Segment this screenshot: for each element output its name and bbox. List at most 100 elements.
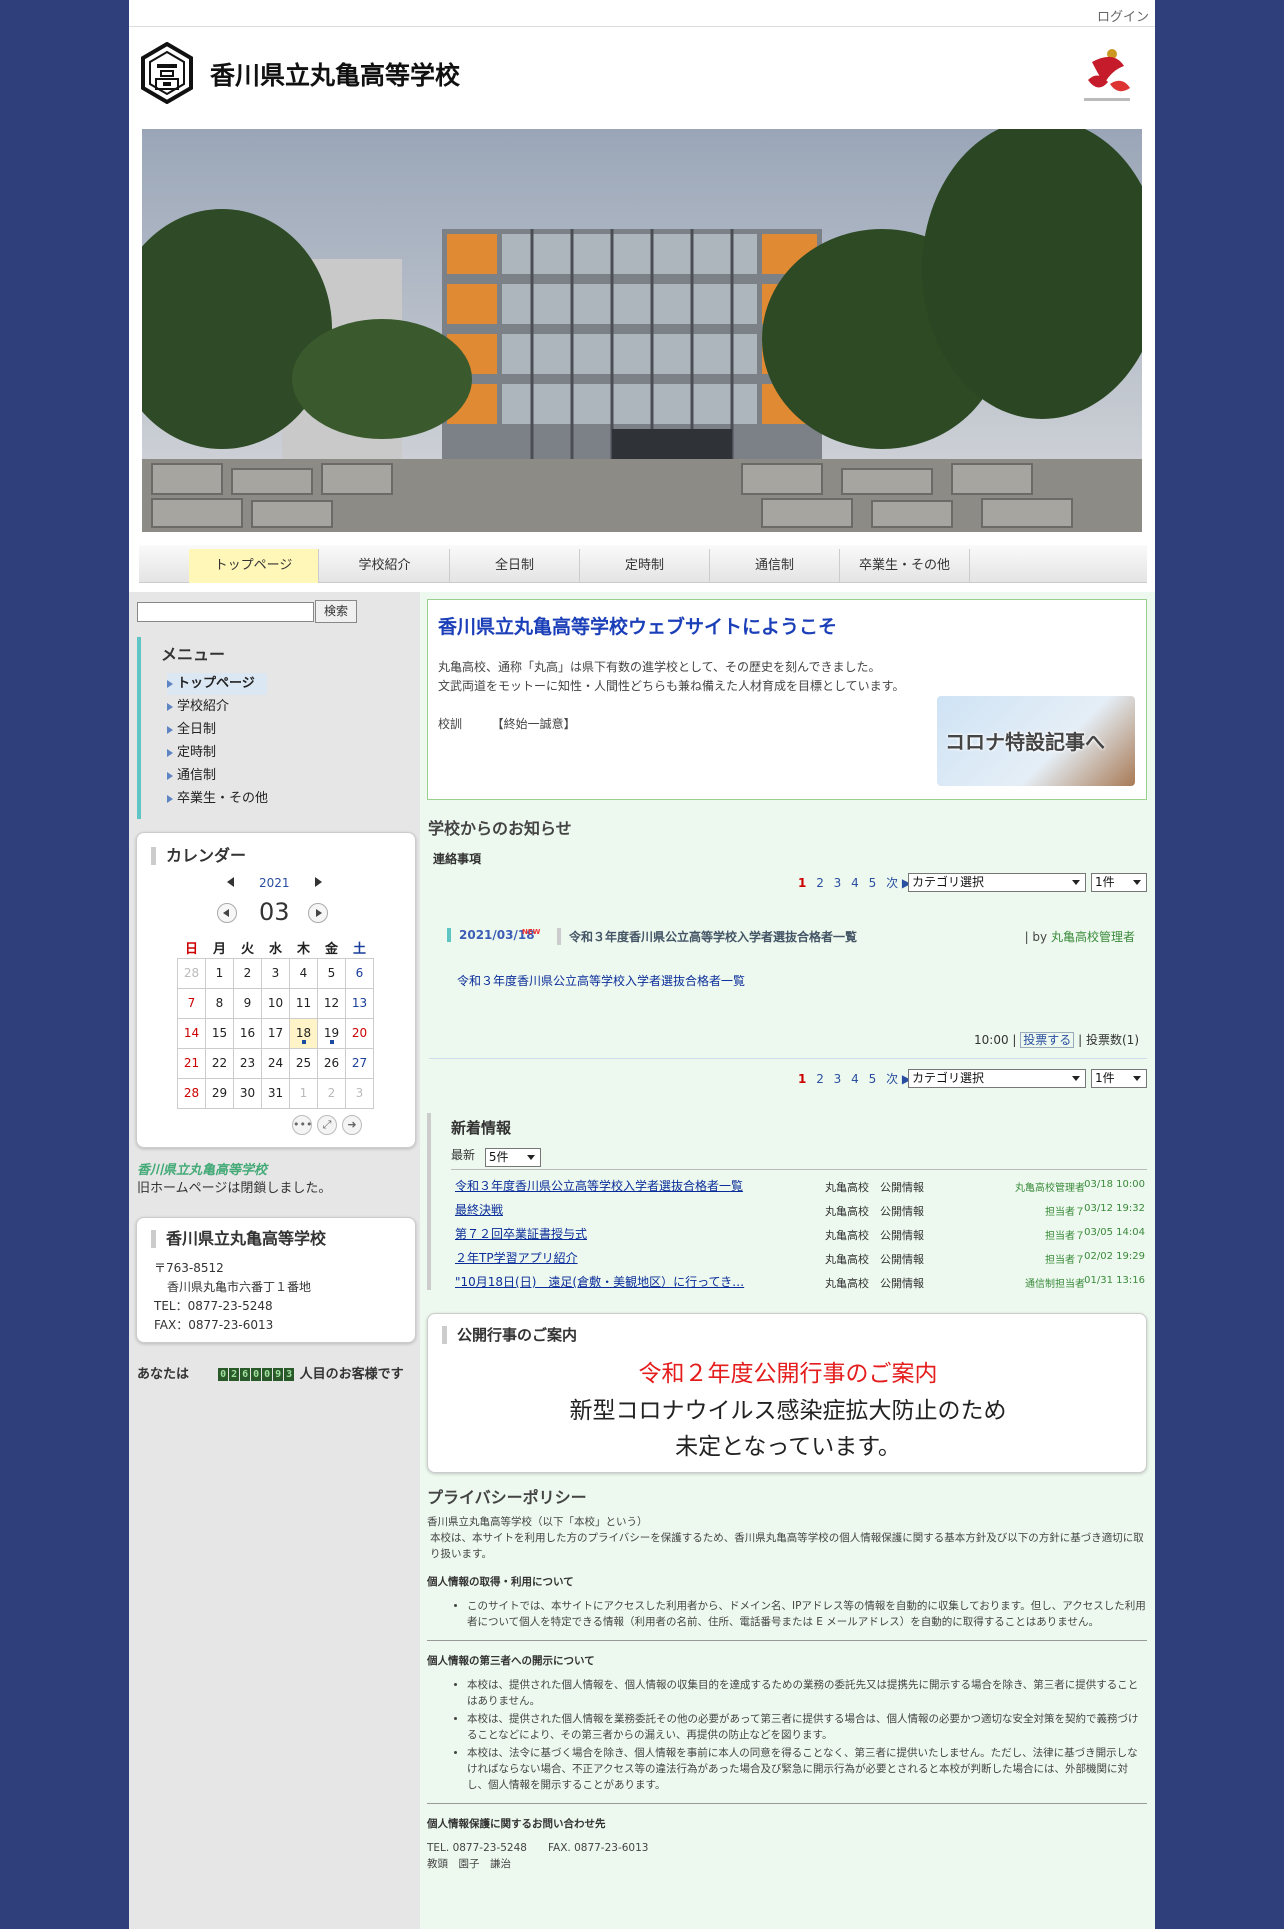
latest-select[interactable]: 5件 [484, 1148, 541, 1167]
menu-item-correspondence[interactable]: 通信制 [167, 765, 216, 787]
news-title-link[interactable]: 最終決戦 [455, 1201, 503, 1218]
expand-icon[interactable]: ⤢ [317, 1115, 337, 1135]
calendar-day-today[interactable]: 18 [289, 1017, 318, 1049]
calendar-day[interactable]: 3 [261, 957, 290, 989]
search-input[interactable] [137, 602, 314, 622]
page-link[interactable]: 2 [816, 876, 824, 890]
triangle-icon [167, 680, 173, 688]
calendar-day[interactable]: 28 [177, 1077, 206, 1109]
search-button[interactable]: 検索 [315, 600, 357, 623]
news-title-link[interactable]: "10月18日(日) 遠足(倉敷・美観地区）に行ってき… [455, 1273, 744, 1290]
page-link[interactable]: 3 [834, 1072, 842, 1086]
count-select[interactable]: 1件 [1091, 1069, 1147, 1088]
calendar-day[interactable]: 19 [317, 1017, 346, 1049]
calendar-day[interactable]: 16 [233, 1017, 262, 1049]
calendar-day[interactable]: 6 [345, 957, 374, 989]
menu-item-school-intro[interactable]: 学校紹介 [167, 696, 229, 718]
nav-school-intro[interactable]: 学校紹介 [320, 549, 450, 583]
site-title[interactable]: 香川県立丸亀高等学校 [210, 56, 460, 92]
prev-month-icon[interactable] [217, 903, 237, 923]
news-title-link[interactable]: 第７２回卒業証書授与式 [455, 1225, 587, 1242]
calendar-view-icon[interactable]: ••• [292, 1115, 312, 1135]
calendar-day[interactable]: 8 [205, 987, 234, 1019]
nav-correspondence[interactable]: 通信制 [710, 549, 840, 583]
calendar-day[interactable]: 21 [177, 1047, 206, 1079]
page-link[interactable]: 4 [851, 1072, 859, 1086]
news-title-link[interactable]: 令和３年度香川県公立高等学校入学者選抜合格者一覧 [455, 1177, 743, 1194]
privacy-contact: TEL. 0877-23-5248 FAX. 0877-23-6013 [427, 1842, 649, 1854]
news-title-link[interactable]: ２年TP学習アプリ紹介 [455, 1249, 578, 1266]
page-link[interactable]: 4 [851, 876, 859, 890]
page-link[interactable]: 2 [816, 1072, 824, 1086]
post-link[interactable]: 令和３年度香川県公立高等学校入学者選抜合格者一覧 [457, 972, 745, 989]
calendar-day[interactable]: 14 [177, 1017, 206, 1049]
calendar-day[interactable]: 2 [233, 957, 262, 989]
nav-fulltime[interactable]: 全日制 [450, 549, 580, 583]
calendar-title: カレンダー [151, 847, 246, 865]
calendar-day[interactable]: 25 [289, 1047, 318, 1079]
privacy-heading: 個人情報の取得・利用について [427, 1576, 574, 1588]
menu-item-top[interactable]: トップページ [167, 673, 267, 695]
next-month-icon[interactable] [308, 903, 328, 923]
counter-digit: 9 [273, 1368, 284, 1381]
calendar-day[interactable]: 28 [177, 957, 206, 989]
author-link[interactable]: 丸亀高校管理者 [1051, 930, 1135, 944]
prev-year-icon[interactable] [227, 877, 234, 887]
category-select[interactable]: カテゴリ選択 [908, 1069, 1086, 1088]
address-box: 香川県立丸亀高等学校 〒763-8512 香川県丸亀市六番丁１番地 TEL：08… [136, 1217, 416, 1343]
nav-top[interactable]: トップページ [189, 549, 319, 583]
nav-alumni[interactable]: 卒業生・その他 [840, 549, 970, 583]
calendar-day[interactable]: 15 [205, 1017, 234, 1049]
calendar-day[interactable]: 4 [289, 957, 318, 989]
calendar-day[interactable]: 29 [205, 1077, 234, 1109]
calendar-day[interactable]: 27 [345, 1047, 374, 1079]
news-author[interactable]: 丸亀高校管理者 [1015, 1179, 1085, 1194]
menu-item-alumni[interactable]: 卒業生・その他 [167, 788, 268, 810]
page-link-current[interactable]: 1 [798, 876, 806, 890]
calendar-day[interactable]: 11 [289, 987, 318, 1019]
calendar-day[interactable]: 30 [233, 1077, 262, 1109]
next-page-link[interactable]: 次 [886, 1072, 898, 1086]
news-author[interactable]: 担当者７ [1045, 1227, 1085, 1242]
calendar-day[interactable]: 1 [205, 957, 234, 989]
calendar-day[interactable]: 1 [289, 1077, 318, 1109]
vote-button[interactable]: 投票する [1020, 1032, 1075, 1048]
count-select[interactable]: 1件 [1091, 873, 1147, 892]
privacy-list: 本校は、提供された個人情報を、個人情報の収集目的を達成するための業務の委託先又は… [427, 1677, 1147, 1793]
jump-icon[interactable]: ➜ [342, 1115, 362, 1135]
calendar-day[interactable]: 10 [261, 987, 290, 1019]
page-link[interactable]: 5 [869, 876, 877, 890]
calendar-day[interactable]: 23 [233, 1047, 262, 1079]
menu-item-fulltime[interactable]: 全日制 [167, 719, 216, 741]
page-link[interactable]: 5 [869, 1072, 877, 1086]
page-link[interactable]: 3 [834, 876, 842, 890]
login-link[interactable]: ログイン [1097, 6, 1149, 25]
calendar-day[interactable]: 17 [261, 1017, 290, 1049]
menu-item-parttime[interactable]: 定時制 [167, 742, 216, 764]
calendar-day[interactable]: 12 [317, 987, 346, 1019]
next-year-icon[interactable] [315, 877, 322, 887]
old-homepage-banner[interactable]: 香川県立丸亀高等学校 [137, 1162, 407, 1180]
calendar-day[interactable]: 24 [261, 1047, 290, 1079]
calendar-day[interactable]: 22 [205, 1047, 234, 1079]
calendar-day[interactable]: 13 [345, 987, 374, 1019]
covid-feature-banner[interactable]: コロナ特設記事へ [937, 696, 1135, 786]
nav-parttime[interactable]: 定時制 [580, 549, 710, 583]
calendar-day[interactable]: 9 [233, 987, 262, 1019]
calendar-day[interactable]: 7 [177, 987, 206, 1019]
calendar-day[interactable]: 5 [317, 957, 346, 989]
page-link-current[interactable]: 1 [798, 1072, 806, 1086]
next-page-link[interactable]: 次 [886, 876, 898, 890]
calendar-day[interactable]: 2 [317, 1077, 346, 1109]
calendar-day[interactable]: 3 [345, 1077, 374, 1109]
calendar-day[interactable]: 31 [261, 1077, 290, 1109]
calendar-day[interactable]: 20 [345, 1017, 374, 1049]
category-select[interactable]: カテゴリ選択 [908, 873, 1086, 892]
post-title[interactable]: 令和３年度香川県公立高等学校入学者選抜合格者一覧 [557, 928, 857, 945]
main-nav: トップページ 学校紹介 全日制 定時制 通信制 卒業生・その他 [139, 545, 1147, 583]
news-author[interactable]: 担当者７ [1045, 1203, 1085, 1218]
calendar-day[interactable]: 26 [317, 1047, 346, 1079]
news-author[interactable]: 通信制担当者 [1025, 1275, 1085, 1290]
privacy-heading: 個人情報の第三者への開示について [427, 1655, 595, 1667]
news-author[interactable]: 担当者７ [1045, 1251, 1085, 1266]
